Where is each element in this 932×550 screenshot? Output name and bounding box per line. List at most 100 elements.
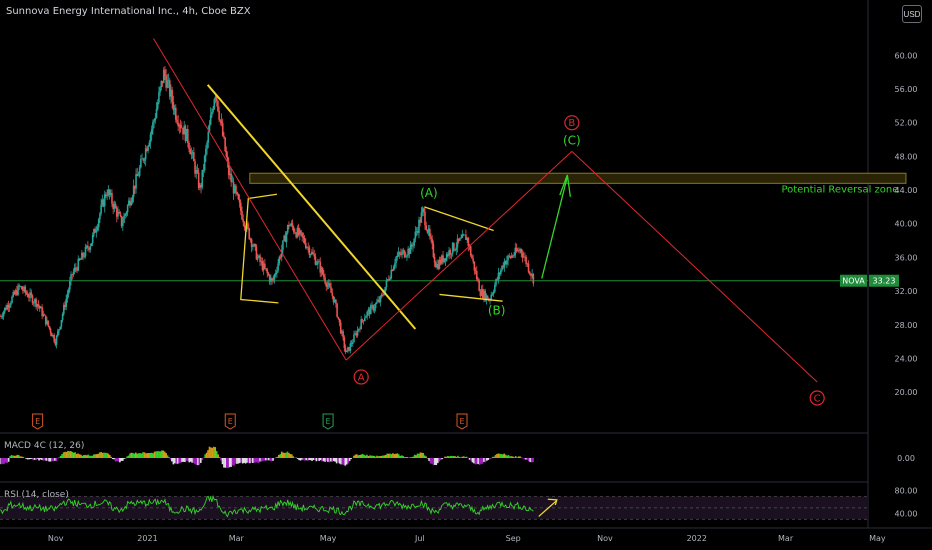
candle-body xyxy=(241,210,243,220)
macd-bar xyxy=(169,458,172,460)
macd-bar xyxy=(484,458,487,463)
y-tick-label: 56.00 xyxy=(895,85,918,94)
candle-body xyxy=(250,239,253,247)
candle-body xyxy=(301,232,303,237)
macd-bar xyxy=(46,458,49,461)
macd-bar xyxy=(460,457,462,458)
currency-button[interactable]: USD xyxy=(902,5,922,23)
macd-bar xyxy=(419,452,422,458)
macd-bar xyxy=(253,458,256,463)
candle-body xyxy=(314,256,317,265)
candle-body xyxy=(2,311,5,317)
macd-bar xyxy=(487,458,490,460)
candle-body xyxy=(156,102,159,109)
macd-bar xyxy=(3,458,6,464)
macd-bar xyxy=(363,454,365,458)
macd-bar xyxy=(491,456,494,458)
macd-bar xyxy=(532,458,534,463)
candle-body xyxy=(278,256,281,264)
candle-body xyxy=(366,311,368,317)
macd-bar xyxy=(119,458,121,463)
macd-bar xyxy=(509,456,511,458)
macd-bar xyxy=(324,458,326,462)
candle-body xyxy=(302,236,305,238)
candle-body xyxy=(96,226,99,230)
candle-body xyxy=(490,294,493,300)
candle-body xyxy=(500,270,502,275)
macd-bar xyxy=(179,458,182,463)
macd-bar xyxy=(158,451,160,458)
macd-bar xyxy=(191,458,193,463)
macd-bar xyxy=(497,453,500,458)
macd-bar xyxy=(215,451,218,458)
candle-body xyxy=(308,247,311,256)
candle-body xyxy=(247,223,249,229)
macd-bar xyxy=(334,458,336,462)
candle-body xyxy=(114,203,117,209)
macd-bar xyxy=(507,455,510,458)
macd-bar xyxy=(25,458,27,459)
macd-bar xyxy=(130,452,133,458)
macd-bar xyxy=(87,454,89,458)
candle-body xyxy=(433,257,436,263)
candle-body xyxy=(10,302,12,306)
macd-bar xyxy=(436,458,439,464)
candle-body xyxy=(374,303,377,309)
macd-bar xyxy=(470,458,472,461)
macd-bar xyxy=(345,458,348,465)
macd-bar xyxy=(267,458,270,461)
candle-body xyxy=(79,259,82,261)
x-tick-label: Mar xyxy=(778,534,794,543)
macd-bar xyxy=(301,458,303,460)
candle-body xyxy=(203,156,206,171)
macd-bar xyxy=(405,457,407,458)
candle-body xyxy=(75,267,77,269)
macd-bar xyxy=(449,455,452,458)
candle-body xyxy=(431,239,434,245)
macd-bar xyxy=(72,452,75,458)
macd-bar xyxy=(205,452,208,458)
candle-body xyxy=(56,331,59,337)
candle-body xyxy=(99,213,101,220)
macd-bar xyxy=(519,456,521,458)
macd-bar xyxy=(325,458,328,461)
candle-body xyxy=(123,215,125,223)
candle-body xyxy=(218,111,220,120)
candle-body xyxy=(264,263,266,269)
candle-body xyxy=(390,269,393,279)
candle-body xyxy=(171,89,173,102)
candle-body xyxy=(430,236,432,240)
macd-bar xyxy=(175,458,178,464)
price-chart[interactable]: 20.0024.0028.0032.0036.0040.0044.0048.00… xyxy=(0,0,932,550)
candle-body xyxy=(460,237,462,239)
macd-bar xyxy=(513,457,516,458)
candle-body xyxy=(321,267,324,275)
macd-bar xyxy=(132,452,134,458)
macd-bar xyxy=(406,457,409,458)
earnings-label: E xyxy=(326,417,331,426)
macd-bar xyxy=(383,455,386,458)
candle-body xyxy=(474,270,477,272)
candle-body xyxy=(176,119,178,123)
candle-body xyxy=(159,87,161,93)
candle-body xyxy=(87,245,89,249)
macd-bar xyxy=(171,458,173,462)
candle-body xyxy=(491,293,494,295)
candle-body xyxy=(273,274,276,280)
macd-bar xyxy=(366,454,368,458)
macd-bar xyxy=(0,458,3,464)
candle-body xyxy=(206,142,208,149)
macd-bar xyxy=(523,458,526,460)
candle-body xyxy=(254,244,257,247)
macd-bar xyxy=(279,454,282,458)
macd-bar xyxy=(337,458,339,463)
macd-bar xyxy=(6,458,9,463)
macd-bar xyxy=(149,452,152,458)
macd-bar xyxy=(91,455,94,458)
macd-bar xyxy=(400,455,403,458)
candle-body xyxy=(335,299,337,304)
candle-body xyxy=(211,111,213,115)
rsi-label: RSI (14, close) xyxy=(4,490,69,500)
macd-bar xyxy=(374,456,377,458)
candle-body xyxy=(256,257,259,260)
